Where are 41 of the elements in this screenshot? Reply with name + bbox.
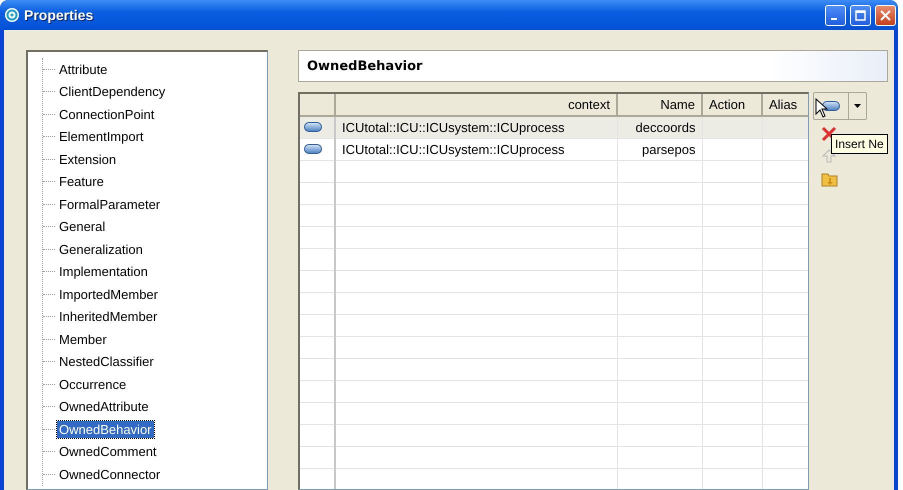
window-title: Properties	[24, 7, 94, 23]
section-heading: OwnedBehavior	[298, 50, 888, 82]
tree-item[interactable]: NestedClassifier	[57, 353, 156, 370]
column-header[interactable]: Name	[617, 94, 702, 116]
tree-item[interactable]: ImportedMember	[57, 286, 160, 303]
maximize-button[interactable]	[850, 4, 871, 26]
maximize-icon	[855, 10, 866, 20]
column-header[interactable]: context	[335, 94, 617, 116]
table-cell: parsepos	[617, 138, 702, 160]
close-button[interactable]	[875, 4, 896, 26]
tree-item[interactable]: OwnedAttribute	[57, 398, 151, 416]
tree-item[interactable]: Attribute	[57, 60, 110, 78]
minimize-button[interactable]	[825, 4, 846, 26]
tree-item[interactable]: OwnedBehavior	[57, 420, 154, 438]
caret-icon	[854, 104, 861, 108]
tree-item[interactable]: General	[57, 218, 108, 236]
app-icon	[4, 7, 20, 23]
tree-item[interactable]: Feature	[57, 173, 106, 190]
minimize-icon	[831, 18, 837, 20]
tooltip: Insert Ne	[831, 134, 888, 154]
table-cell: ICUtotal::ICU::ICUsystem::ICUprocess	[335, 116, 617, 138]
table-cell: deccoords	[617, 116, 702, 138]
column-header[interactable]: Action	[702, 94, 762, 116]
tree-item[interactable]: OwnedComment	[57, 443, 159, 460]
tree-item[interactable]: Generalization	[57, 240, 145, 258]
tree-item[interactable]: OwnedConnector	[57, 466, 162, 483]
cursor-icon	[815, 98, 829, 118]
tree-item[interactable]: Implementation	[57, 263, 150, 280]
table-cell: ICUtotal::ICU::ICUsystem::ICUprocess	[335, 138, 617, 160]
tree-item[interactable]: Extension	[57, 150, 118, 168]
tree-item[interactable]: Occurrence	[57, 376, 128, 393]
tree-item[interactable]: ElementImport	[57, 128, 146, 146]
tree-item[interactable]: ConnectionPoint	[57, 106, 156, 123]
tree-item[interactable]: Member	[57, 330, 109, 348]
tree-item[interactable]: ClientDependency	[57, 83, 168, 100]
column-header[interactable]: Alias	[762, 94, 808, 116]
delete-icon[interactable]	[821, 126, 837, 142]
tree-item[interactable]: InheritedMember	[57, 308, 160, 326]
close-icon	[880, 10, 891, 20]
tree-item[interactable]: FormalParameter	[57, 196, 162, 213]
move-up-icon[interactable]	[821, 148, 837, 164]
